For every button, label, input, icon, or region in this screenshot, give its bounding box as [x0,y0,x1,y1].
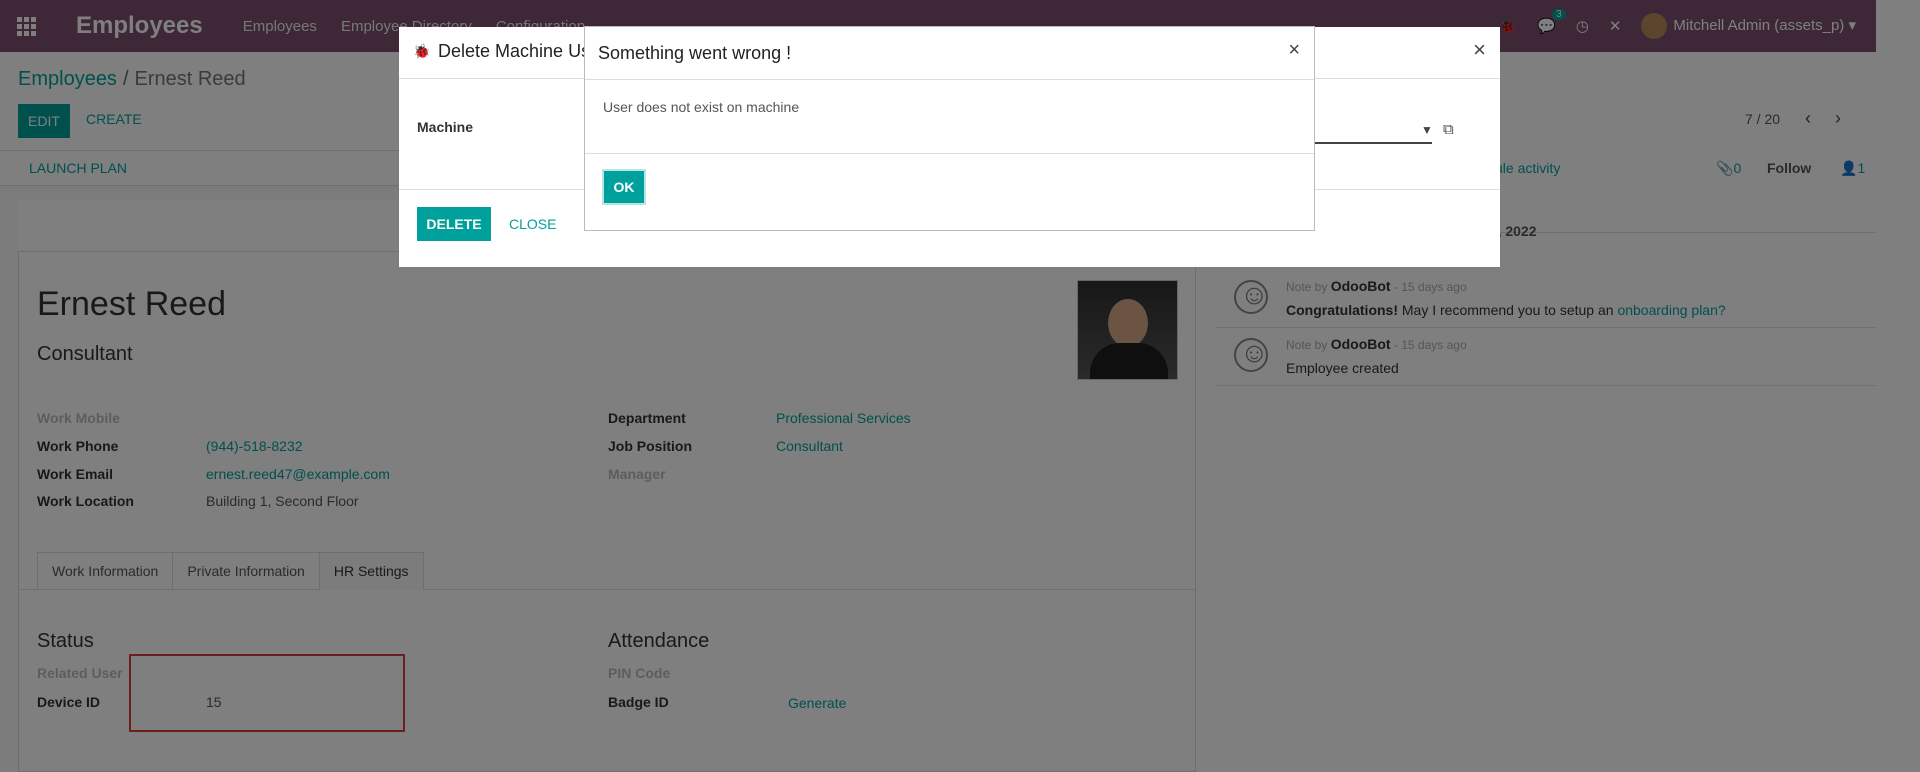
bug-icon: 🐞 [413,43,431,59]
error-title: Something went wrong ! [598,43,792,63]
error-message: User does not exist on machine [603,99,800,115]
dialog-footer-divider [585,153,1314,154]
ok-button[interactable]: OK [602,169,646,205]
close-icon[interactable]: × [1288,39,1300,62]
close-button[interactable]: CLOSE [509,216,556,232]
caret-down-icon[interactable]: ▼ [1421,123,1433,137]
external-link-icon[interactable]: ⧉ [1443,121,1454,138]
dialog-header: Something went wrong ! × [585,27,1314,80]
error-dialog: Something went wrong ! × User does not e… [584,26,1315,231]
machine-label: Machine [417,119,474,135]
delete-button[interactable]: DELETE [417,207,491,241]
machine-select[interactable] [1312,142,1432,144]
close-icon[interactable]: × [1473,37,1486,63]
dialog-title: Delete Machine Use [438,41,601,61]
